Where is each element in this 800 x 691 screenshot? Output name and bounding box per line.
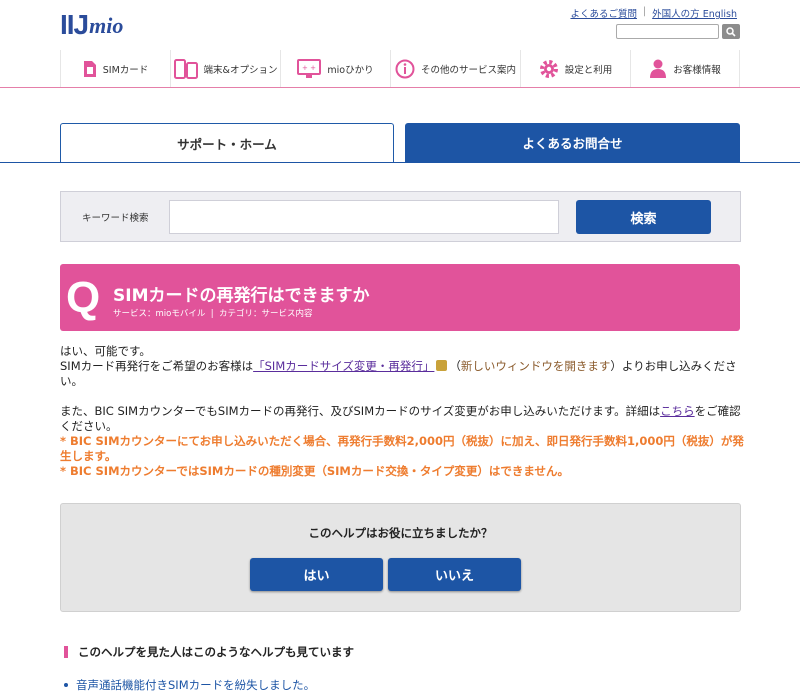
meta-separator: |	[210, 309, 214, 319]
bullet-icon	[64, 683, 68, 687]
header-search	[616, 24, 740, 39]
related-help-link[interactable]: 音声通話機能付きSIMカードを紛失しました。	[76, 677, 315, 691]
tab-faq[interactable]: よくあるお問合せ	[405, 123, 740, 162]
question-meta: サービス：mioモバイル | カテゴリ：サービス内容	[113, 307, 313, 319]
tab-support-home[interactable]: サポート・ホーム	[60, 123, 394, 162]
devices-icon	[173, 58, 198, 79]
svg-text:+ +: + +	[302, 64, 316, 72]
logo-sub-text: mio	[89, 13, 124, 38]
nav-label: お客様情報	[673, 64, 721, 76]
category-label: カテゴリ：サービス内容	[219, 309, 313, 319]
new-window-note: 新しいウィンドウを開きます	[460, 359, 611, 373]
nav-label: SIMカード	[102, 64, 149, 76]
answer-paragraph: SIMカード再発行をご希望のお客様は「SIMカードサイズ変更・再発行」 （新しいウ…	[60, 359, 745, 389]
header-search-button[interactable]	[722, 24, 740, 39]
header-divider	[0, 87, 800, 88]
info-icon	[395, 59, 415, 79]
question-title: SIMカードの再発行はできますか	[113, 286, 370, 306]
warning-note: * BIC SIMカウンターではSIMカードの種別変更（SIMカード交換・タイプ…	[60, 464, 569, 478]
question-mark-letter: Q	[66, 273, 101, 322]
external-link-icon	[436, 360, 448, 371]
foreigner-english-link[interactable]: 外国人の方 English	[652, 6, 737, 20]
list-item: 音声通話機能付きSIMカードを紛失しました。	[64, 677, 315, 691]
main-nav: SIMカード 端末&オプション + + mioひかり その他のサービス案内 設定…	[60, 50, 740, 87]
faq-link[interactable]: よくあるご質問	[570, 6, 637, 20]
keyword-search-input[interactable]	[169, 200, 559, 234]
keyword-search-label: キーワード検索	[82, 213, 149, 224]
nav-label: 設定と利用	[564, 64, 613, 76]
sim-size-change-link[interactable]: 「SIMカードサイズ変更・再発行」	[253, 359, 434, 373]
nav-item-mio-hikari[interactable]: + + mioひかり	[280, 50, 390, 87]
warning-note: * BIC SIMカウンターにてお申し込みいただく場合、再発行手数料2,000円…	[60, 434, 744, 463]
link-separator: |	[642, 6, 647, 17]
gear-icon	[539, 59, 559, 79]
sim-card-icon	[83, 60, 97, 78]
nav-item-sim-card[interactable]: SIMカード	[60, 50, 170, 87]
question-banner: Q SIMカードの再発行はできますか サービス：mioモバイル | カテゴリ：サ…	[60, 264, 740, 331]
service-label: サービス：mioモバイル	[113, 309, 206, 319]
nav-item-devices[interactable]: 端末&オプション	[170, 50, 280, 87]
nav-label: mioひかり	[327, 64, 374, 76]
answer-paragraph: また、BIC SIMカウンターでもSIMカードの再発行、及びSIMカードのサイズ…	[60, 404, 745, 434]
feedback-question: このヘルプはお役に立ちましたか？	[308, 526, 493, 540]
answer-text: また、BIC SIMカウンターでもSIMカードの再発行、及びSIMカードのサイズ…	[60, 404, 661, 418]
nav-label: その他のサービス案内	[420, 64, 516, 76]
heading-marker-icon	[64, 646, 68, 658]
feedback-no-button[interactable]: いいえ	[388, 558, 521, 591]
keyword-search-button[interactable]: 検索	[576, 200, 711, 234]
nav-item-settings[interactable]: 設定と利用	[520, 50, 630, 87]
related-help-title: このヘルプを見た人はこのようなヘルプも見ています	[78, 645, 354, 659]
monitor-icon: + +	[297, 58, 322, 79]
feedback-yes-button[interactable]: はい	[250, 558, 383, 591]
user-icon	[649, 59, 667, 79]
answer-body: はい、可能です。 SIMカード再発行をご希望のお客様は「SIMカードサイズ変更・…	[60, 344, 745, 479]
header-search-input[interactable]	[616, 24, 719, 39]
search-icon	[726, 26, 736, 37]
nav-item-customer-info[interactable]: お客様情報	[630, 50, 740, 87]
iijmio-logo[interactable]: IIJ mio	[60, 10, 123, 40]
answer-text: SIMカード再発行をご希望のお客様は	[60, 359, 254, 373]
answer-line: はい、可能です。	[60, 344, 151, 358]
related-help-list: 音声通話機能付きSIMカードを紛失しました。	[64, 677, 315, 691]
nav-label: 端末&オプション	[203, 64, 278, 76]
nav-item-other-services[interactable]: その他のサービス案内	[390, 50, 520, 87]
paren-close: ）	[610, 359, 622, 373]
top-links: よくあるご質問 | 外国人の方 English	[570, 6, 737, 20]
feedback-box: このヘルプはお役に立ちましたか？ はい いいえ	[60, 503, 741, 612]
logo-main-text: IIJ	[60, 9, 89, 40]
details-link[interactable]: こちら	[660, 404, 695, 418]
tab-divider	[0, 162, 800, 163]
paren-open: （	[449, 359, 461, 373]
related-help-heading: このヘルプを見た人はこのようなヘルプも見ています	[64, 644, 354, 660]
keyword-search-box: キーワード検索 検索	[60, 191, 741, 242]
